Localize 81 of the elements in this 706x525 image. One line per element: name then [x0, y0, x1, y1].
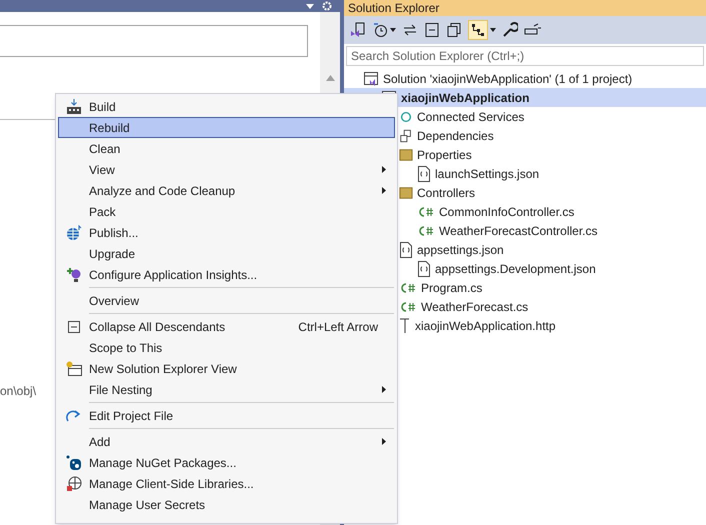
- shortcut-text: Ctrl+Left Arrow: [298, 318, 378, 336]
- menu-item-label: Manage Client-Side Libraries...: [89, 476, 255, 492]
- menu-item-label: Publish...: [89, 224, 140, 242]
- redo-arrow-icon: [66, 408, 82, 422]
- menu-item-label: Clean: [89, 140, 122, 158]
- clock-icon[interactable]: [372, 22, 388, 38]
- menu-item[interactable]: Edit Project File: [58, 405, 395, 426]
- menu-item-label: Build: [89, 98, 117, 116]
- tree-item[interactable]: Solution 'xiaojinWebApplication' (1 of 1 project): [344, 69, 706, 88]
- json-file-icon: [417, 166, 431, 182]
- tree-item-label: Connected Services: [417, 108, 524, 126]
- solution-view-icon[interactable]: [350, 22, 366, 38]
- menu-item[interactable]: Scope to This: [58, 337, 395, 358]
- caret-icon[interactable]: [306, 4, 314, 8]
- menu-item[interactable]: Manage Client-Side Libraries...: [58, 473, 395, 494]
- text-field[interactable]: [0, 25, 308, 57]
- menu-item-label: Scope to This: [89, 340, 164, 356]
- tree-item-label: Properties: [417, 146, 472, 164]
- collapse-icon: [68, 320, 80, 332]
- tree-item-label: WeatherForecast.cs: [421, 298, 528, 316]
- build-icon: [66, 98, 82, 114]
- tree-item-label: Solution 'xiaojinWebApplication' (1 of 1 project): [383, 70, 632, 88]
- menu-item-label: Manage NuGet Packages...: [89, 454, 238, 472]
- lightbulb-icon: [66, 266, 82, 282]
- wrench-icon[interactable]: [502, 22, 518, 38]
- nuget-icon: [66, 454, 82, 470]
- folder-icon: [399, 186, 413, 200]
- settings-icon[interactable]: [322, 1, 332, 11]
- menu-item-label: Configure Application Insights...: [89, 266, 258, 284]
- dropdown-caret-icon[interactable]: [390, 28, 396, 32]
- tree-item-label: Program.cs: [421, 280, 482, 296]
- menu-item[interactable]: Manage NuGet Packages...: [58, 452, 395, 473]
- csharp-file-icon: [417, 224, 435, 238]
- menu-item-label: Upgrade: [89, 246, 136, 262]
- menu-item-label: Analyze and Code Cleanup: [89, 182, 236, 200]
- menu-item[interactable]: Collapse All Descendants Ctrl+Left Arrow: [58, 316, 395, 337]
- tree-item-label: WeatherForecastController.cs: [439, 222, 598, 240]
- menu-item[interactable]: New Solution Explorer View: [58, 358, 395, 379]
- globe-icon: [66, 224, 82, 240]
- solution-icon: [363, 70, 379, 86]
- panel-title: Solution Explorer: [348, 0, 440, 17]
- json-file-icon: [417, 260, 431, 276]
- dependencies-icon: [399, 128, 413, 142]
- library-globe-icon: [66, 476, 82, 492]
- dropdown-caret-icon[interactable]: [490, 28, 496, 32]
- new-window-icon: [66, 360, 82, 376]
- menu-item-label: Manage User Secrets: [89, 496, 206, 514]
- menu-item-label: Edit Project File: [89, 408, 174, 424]
- menu-item[interactable]: Add: [58, 431, 395, 452]
- tree-view-icon[interactable]: [470, 22, 486, 38]
- tree-item-label: appsettings.Development.json: [435, 260, 596, 278]
- csharp-file-icon: [417, 204, 435, 218]
- menu-item-label: File Nesting: [89, 382, 154, 398]
- cloud-icon: [399, 110, 413, 124]
- tree-item-label: appsettings.json: [417, 242, 504, 258]
- sync-icon[interactable]: [402, 22, 418, 38]
- tree-item-label: Controllers: [417, 184, 476, 202]
- menu-item-label: Add: [89, 434, 112, 450]
- copies-icon[interactable]: [446, 22, 462, 38]
- menu-item[interactable]: Rebuild: [58, 117, 395, 138]
- tree-item-label: xiaojinWebApplication: [401, 90, 530, 106]
- menu-item-label: New Solution Explorer View: [89, 360, 238, 378]
- path-text: on\obj\: [0, 383, 36, 400]
- collapse-all-icon[interactable]: [424, 22, 440, 38]
- menu-item[interactable]: Manage User Secrets: [58, 494, 395, 515]
- menu-item-label: Pack: [89, 204, 117, 220]
- tree-item-label: launchSettings.json: [435, 166, 540, 182]
- menu-item[interactable]: File Nesting: [58, 379, 395, 400]
- tree-item-label: xiaojinWebApplication.http: [415, 318, 556, 334]
- http-file-icon: [399, 318, 411, 334]
- json-file-icon: [399, 242, 413, 258]
- menu-item-label: View: [89, 162, 116, 178]
- menu-item-label: Rebuild: [89, 120, 131, 136]
- csharp-file-icon: [399, 280, 417, 294]
- tree-item-label: CommonInfoController.cs: [439, 204, 574, 220]
- menu-item-label: Collapse All Descendants: [89, 318, 226, 336]
- tree-item-label: Dependencies: [417, 128, 494, 144]
- menu-item-label: Overview: [89, 292, 140, 310]
- search-field[interactable]: Search Solution Explorer (Ctrl+;): [346, 46, 704, 66]
- folder-icon: [399, 148, 413, 162]
- csharp-file-icon: [399, 300, 417, 314]
